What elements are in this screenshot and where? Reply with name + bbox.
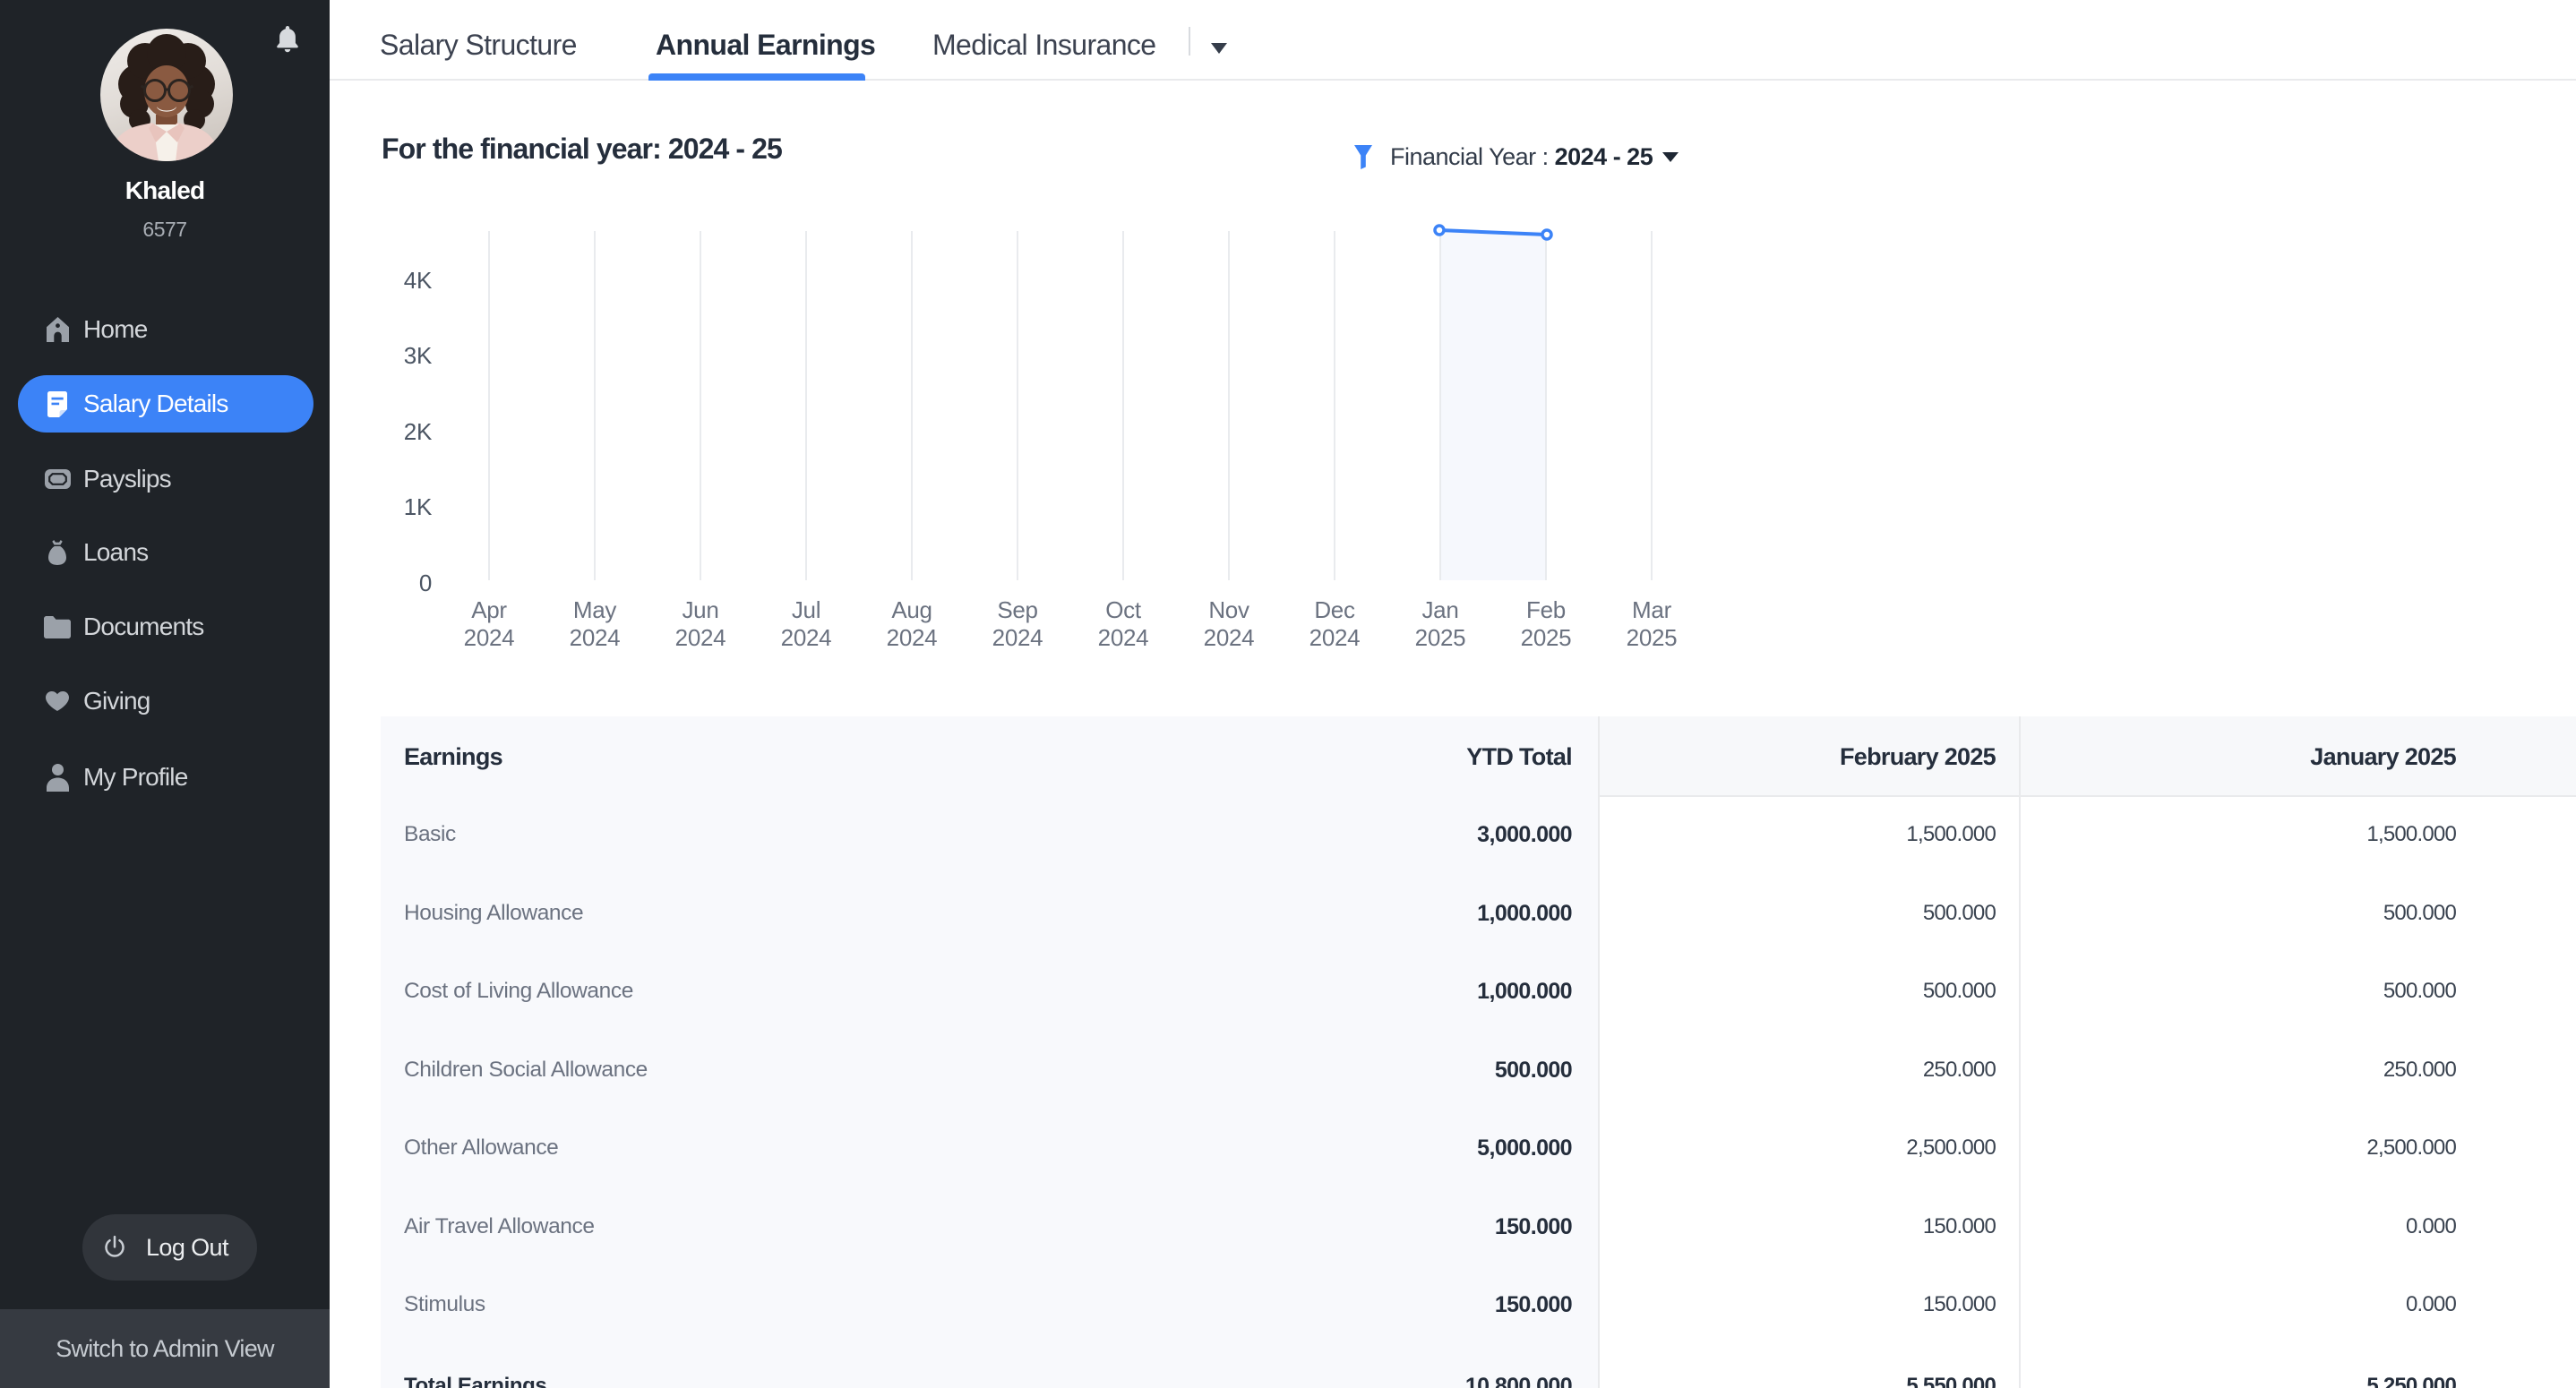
svg-text:Jul: Jul — [792, 596, 820, 623]
svg-text:Dec: Dec — [1314, 596, 1355, 623]
svg-text:3K: 3K — [404, 342, 433, 369]
svg-text:Feb: Feb — [1526, 596, 1566, 623]
svg-text:Mar: Mar — [1632, 596, 1672, 623]
svg-text:2025: 2025 — [1415, 624, 1466, 651]
svg-text:Oct: Oct — [1105, 596, 1142, 623]
svg-text:Sep: Sep — [997, 596, 1037, 623]
svg-text:1K: 1K — [404, 493, 433, 520]
svg-text:2024: 2024 — [1204, 624, 1255, 651]
svg-text:Jun: Jun — [682, 596, 718, 623]
svg-text:Apr: Apr — [471, 596, 507, 623]
svg-text:2024: 2024 — [675, 624, 726, 651]
svg-text:Aug: Aug — [891, 596, 932, 623]
svg-text:4K: 4K — [404, 267, 433, 294]
svg-text:2025: 2025 — [1521, 624, 1572, 651]
svg-text:2025: 2025 — [1627, 624, 1678, 651]
svg-text:2K: 2K — [404, 418, 433, 445]
svg-text:2024: 2024 — [1098, 624, 1149, 651]
svg-text:Nov: Nov — [1208, 596, 1249, 623]
svg-text:Jan: Jan — [1421, 596, 1458, 623]
svg-text:May: May — [573, 596, 617, 623]
svg-text:2024: 2024 — [464, 624, 515, 651]
svg-text:2024: 2024 — [1309, 624, 1361, 651]
svg-text:2024: 2024 — [781, 624, 832, 651]
svg-text:2024: 2024 — [992, 624, 1043, 651]
svg-text:2024: 2024 — [570, 624, 621, 651]
svg-text:0: 0 — [419, 570, 432, 596]
svg-text:2024: 2024 — [887, 624, 938, 651]
